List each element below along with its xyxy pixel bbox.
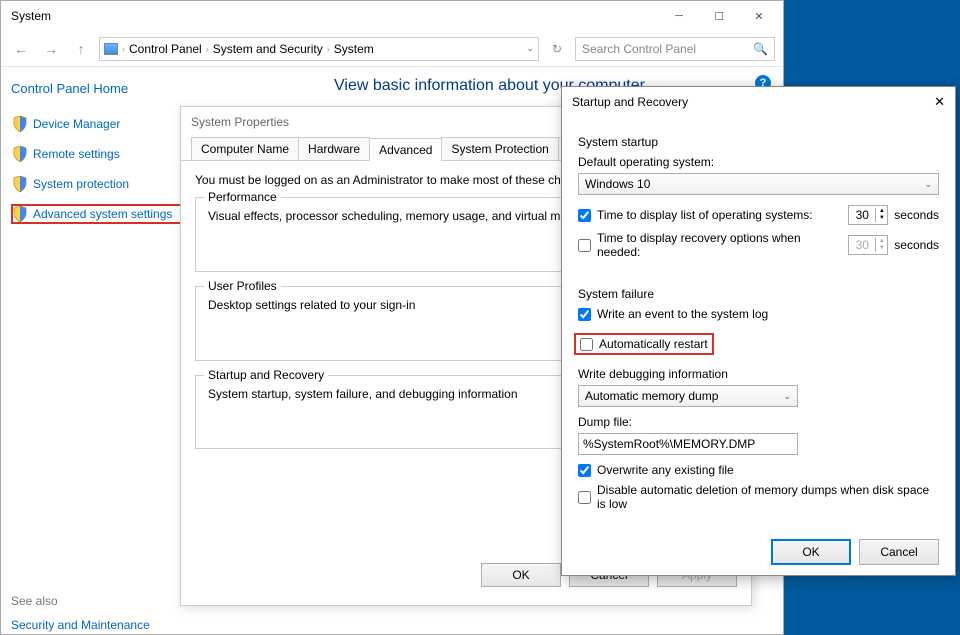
tab-computer-name[interactable]: Computer Name [191, 137, 299, 160]
time-list-label: Time to display list of operating system… [597, 208, 842, 222]
maximize-button[interactable]: ☐ [699, 2, 739, 30]
default-os-label: Default operating system: [578, 155, 939, 169]
tab-system-protection[interactable]: System Protection [441, 137, 558, 160]
tab-hardware[interactable]: Hardware [298, 137, 370, 160]
close-button[interactable]: ✕ [739, 2, 779, 30]
chevron-down-icon: ⌄ [783, 391, 791, 402]
minimize-button[interactable]: ─ [659, 2, 699, 30]
ok-button[interactable]: OK [481, 563, 561, 587]
dump-file-input[interactable]: %SystemRoot%\MEMORY.DMP [578, 433, 798, 455]
write-event-label: Write an event to the system log [597, 307, 768, 321]
time-recovery-checkbox[interactable] [578, 239, 591, 252]
dump-file-label: Dump file: [578, 415, 939, 429]
time-recovery-spinner: 30▲▼ [848, 235, 888, 255]
sidebar-item-system-protection[interactable]: System protection [11, 174, 186, 194]
time-recovery-label: Time to display recovery options when ne… [597, 231, 842, 259]
window-title: System [5, 9, 659, 23]
sidebar-item-advanced-system-settings[interactable]: Advanced system settings [11, 204, 186, 224]
dialog-title: Startup and Recovery [572, 95, 688, 109]
search-icon: 🔍 [753, 42, 768, 56]
breadcrumb-item[interactable]: System [334, 42, 374, 56]
auto-restart-checkbox[interactable] [580, 338, 593, 351]
ok-button[interactable]: OK [771, 539, 851, 565]
see-also-heading: See also [11, 594, 186, 608]
monitor-icon [104, 43, 118, 55]
breadcrumb[interactable]: › Control Panel › System and Security › … [99, 37, 539, 61]
system-startup-heading: System startup [578, 135, 939, 149]
overwrite-checkbox[interactable] [578, 464, 591, 477]
disable-delete-label: Disable automatic deletion of memory dum… [597, 483, 939, 511]
shield-icon [13, 176, 27, 192]
navbar: ← → ↑ › Control Panel › System and Secur… [1, 31, 783, 67]
auto-restart-label: Automatically restart [599, 337, 708, 351]
titlebar: System ─ ☐ ✕ [1, 1, 783, 31]
startup-recovery-dialog: Startup and Recovery ✕ System startup De… [561, 86, 956, 576]
dump-type-dropdown[interactable]: Automatic memory dump ⌄ [578, 385, 798, 407]
cancel-button[interactable]: Cancel [859, 539, 939, 565]
sidebar: Control Panel Home Device Manager Remote… [1, 67, 196, 634]
breadcrumb-item[interactable]: System and Security [213, 42, 323, 56]
system-failure-heading: System failure [578, 287, 939, 301]
shield-icon [13, 146, 27, 162]
tab-advanced[interactable]: Advanced [369, 138, 442, 161]
write-debug-label: Write debugging information [578, 367, 939, 381]
chevron-down-icon: ⌄ [924, 179, 932, 190]
overwrite-label: Overwrite any existing file [597, 463, 734, 477]
refresh-button[interactable]: ↻ [545, 37, 569, 61]
time-list-spinner[interactable]: 30▲▼ [848, 205, 888, 225]
sidebar-item-remote-settings[interactable]: Remote settings [11, 144, 186, 164]
shield-icon [13, 116, 27, 132]
sidebar-item-device-manager[interactable]: Device Manager [11, 114, 186, 134]
shield-icon [13, 206, 27, 222]
search-input[interactable]: Search Control Panel 🔍 [575, 37, 775, 61]
forward-button[interactable]: → [39, 37, 63, 61]
time-list-checkbox[interactable] [578, 209, 591, 222]
disable-delete-checkbox[interactable] [578, 491, 591, 504]
back-button[interactable]: ← [9, 37, 33, 61]
write-event-checkbox[interactable] [578, 308, 591, 321]
up-button[interactable]: ↑ [69, 37, 93, 61]
default-os-dropdown[interactable]: Windows 10 ⌄ [578, 173, 939, 195]
see-also-link[interactable]: Security and Maintenance [11, 618, 186, 632]
close-button[interactable]: ✕ [934, 94, 945, 110]
control-panel-home-link[interactable]: Control Panel Home [11, 81, 186, 96]
breadcrumb-item[interactable]: Control Panel [129, 42, 202, 56]
